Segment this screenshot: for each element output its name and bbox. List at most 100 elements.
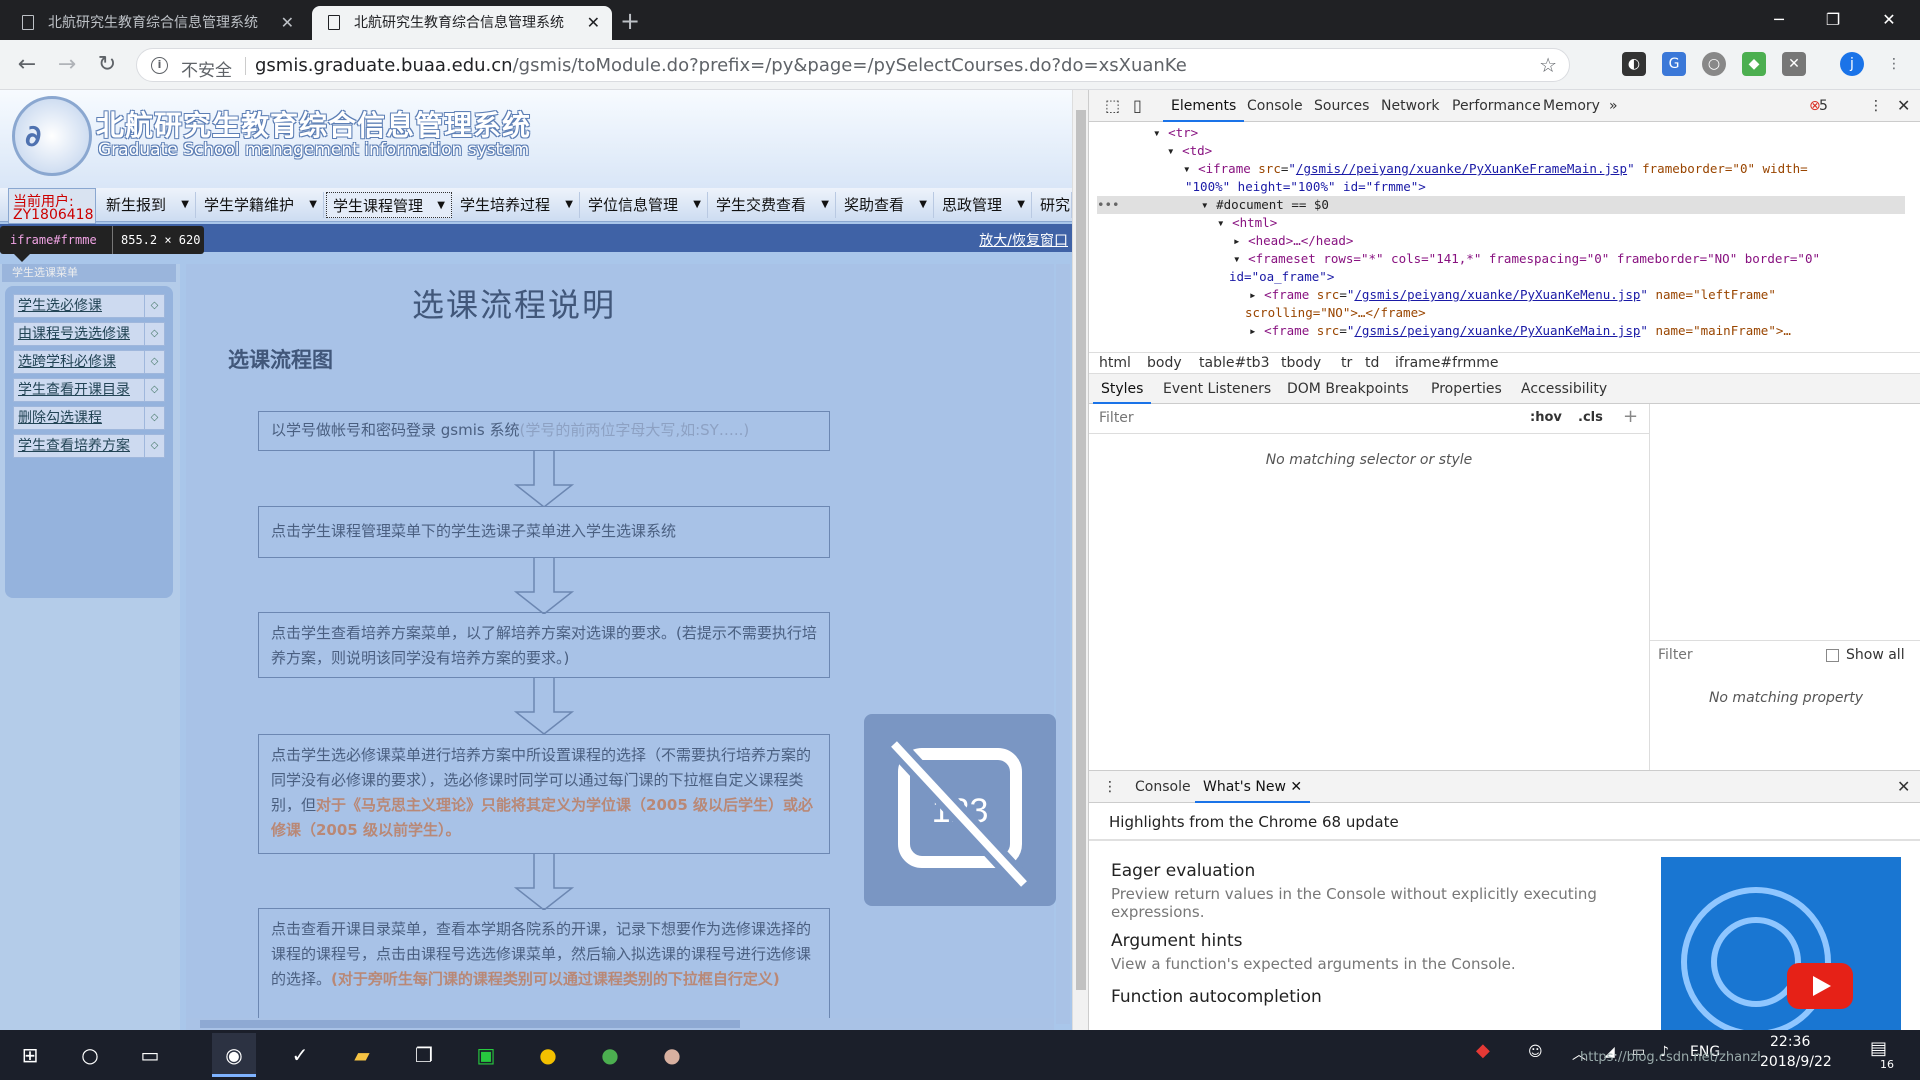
subtab-event-listeners[interactable]: Event Listeners (1155, 374, 1279, 404)
tree-node-html[interactable]: ▾ <html> (1217, 214, 1277, 232)
subtab-styles[interactable]: Styles (1093, 374, 1152, 404)
menu-research[interactable]: 研究 (1034, 192, 1072, 218)
tab-performance[interactable]: Performance (1444, 90, 1549, 122)
cls-toggle[interactable]: .cls (1578, 410, 1603, 425)
app-leaf-icon[interactable]: ● (588, 1033, 632, 1077)
menu-new-student[interactable]: 新生报到 ▼ (100, 192, 196, 218)
menu-training[interactable]: 学生培养过程 ▼ (454, 192, 580, 218)
zoom-restore-link[interactable]: 放大/恢复窗口 (979, 230, 1068, 250)
inspect-element-icon[interactable]: ⬚ (1097, 90, 1128, 122)
tree-node-tr[interactable]: ▾ <tr> (1153, 124, 1198, 142)
pycharm-icon[interactable]: ▣ (464, 1033, 508, 1077)
chrome-taskbar-icon[interactable]: ◉ (212, 1033, 256, 1077)
close-tab-icon[interactable]: ✕ (281, 6, 294, 40)
menu-enrollment[interactable]: 学生学籍维护 ▼ (198, 192, 324, 218)
devtools-menu-icon[interactable]: ⋮ (1861, 90, 1891, 122)
tree-node-head[interactable]: ▸ <head>…</head> (1233, 232, 1353, 250)
windows-start-icon[interactable]: ⊞ (8, 1033, 52, 1077)
breadcrumb-item[interactable]: iframe#frmme (1395, 355, 1498, 371)
browser-tab[interactable]: 北航研究生教育综合信息管理系统 ✕ (6, 6, 306, 40)
page-scrollbar[interactable] (1072, 90, 1088, 1030)
styles-filter-input[interactable] (1099, 410, 1519, 426)
address-bar[interactable]: i 不安全 gsmis.graduate.buaa.edu.cn/gsmis/t… (136, 48, 1570, 82)
drawer-tab-console[interactable]: Console (1127, 771, 1199, 803)
hov-toggle[interactable]: :hov (1530, 410, 1562, 425)
computed-filter-input[interactable] (1658, 647, 1798, 663)
left-menu-item[interactable]: 学生查看开课目录 ◇ (13, 378, 165, 402)
horizontal-scroll-thumb[interactable] (200, 1020, 740, 1028)
feature-title[interactable]: Argument hints (1111, 931, 1243, 951)
youtube-play-icon[interactable] (1787, 963, 1853, 1009)
left-menu-item[interactable]: 由课程号选选修课 ◇ (13, 322, 165, 346)
menu-awards[interactable]: 奖助查看 ▼ (838, 192, 934, 218)
clock-date[interactable]: 2018/9/22 (1760, 1054, 1832, 1070)
menu-course-management[interactable]: 学生课程管理 ▼ (326, 192, 452, 218)
tree-node-td[interactable]: ▾ <td> (1167, 142, 1212, 160)
numeric-keyboard-off-overlay[interactable]: 123 (864, 714, 1056, 906)
extension-close-icon[interactable]: ✕ (1782, 52, 1806, 76)
action-center-icon[interactable]: ▤ (1870, 1038, 1887, 1059)
tree-node-iframe[interactable]: ▾ <iframe src="/gsmis//peiyang/xuanke/Py… (1183, 160, 1808, 178)
task-view-icon[interactable]: ▭ (128, 1033, 172, 1077)
subtab-properties[interactable]: Properties (1423, 374, 1510, 404)
whats-new-video-thumbnail[interactable] (1661, 857, 1901, 1031)
forward-button[interactable]: → (52, 50, 82, 80)
menu-fees[interactable]: 学生交费查看 ▼ (710, 192, 836, 218)
people-icon[interactable]: ☺ (1528, 1044, 1543, 1060)
checkmark-app-icon[interactable]: ✓ (278, 1033, 322, 1077)
file-explorer-icon[interactable]: ▰ (340, 1033, 384, 1077)
frame-src-link[interactable]: /gsmis/peiyang/xuanke/PyXuanKeMenu.jsp (1354, 287, 1640, 302)
devtools-close-icon[interactable]: ✕ (1889, 90, 1918, 122)
breadcrumb-item[interactable]: html (1099, 355, 1131, 371)
frame-src-link[interactable]: /gsmis/peiyang/xuanke/PyXuanKeMain.jsp (1354, 323, 1640, 338)
windows-app-icon[interactable]: ❐ (402, 1033, 446, 1077)
frame-vertical-scrollbar[interactable] (1056, 264, 1070, 1024)
feature-title[interactable]: Function autocompletion (1111, 987, 1322, 1007)
breadcrumb-item[interactable]: tr (1341, 355, 1352, 371)
close-drawer-icon[interactable]: ✕ (1889, 771, 1918, 803)
info-icon[interactable]: i (151, 57, 168, 74)
left-menu-item[interactable]: 选跨学科必修课 ◇ (13, 350, 165, 374)
tree-node-frame-main[interactable]: ▸ <frame src="/gsmis/peiyang/xuanke/PyXu… (1249, 322, 1791, 340)
new-rule-icon[interactable]: + (1623, 406, 1638, 427)
menu-degree[interactable]: 学位信息管理 ▼ (582, 192, 708, 218)
close-tab-icon[interactable]: ✕ (587, 6, 600, 40)
tree-node-document[interactable]: ▾ #document == $0 (1201, 196, 1329, 214)
feature-title[interactable]: Eager evaluation (1111, 861, 1255, 881)
menu-politics[interactable]: 思政管理 ▼ (936, 192, 1032, 218)
tree-node-frameset[interactable]: ▾ <frameset rows="*" cols="141,*" frames… (1233, 250, 1820, 268)
url-text[interactable]: gsmis.graduate.buaa.edu.cn/gsmis/toModul… (255, 55, 1187, 76)
breadcrumb-item[interactable]: tbody (1281, 355, 1321, 371)
drawer-menu-icon[interactable]: ⋮ (1095, 771, 1125, 803)
device-toolbar-icon[interactable]: ▯ (1125, 90, 1150, 122)
minimize-button[interactable]: ─ (1756, 0, 1802, 40)
extension-translate-icon[interactable]: G (1662, 52, 1686, 76)
tab-console[interactable]: Console (1239, 90, 1311, 122)
app-yellow-icon[interactable]: ● (526, 1033, 570, 1077)
tree-node-frame-left[interactable]: ▸ <frame src="/gsmis/peiyang/xuanke/PyXu… (1249, 286, 1776, 304)
extension-color-icon[interactable]: ◆ (1742, 52, 1766, 76)
breadcrumb-item[interactable]: body (1147, 355, 1182, 371)
left-menu-item[interactable]: 删除勾选课程 ◇ (13, 406, 165, 430)
ellipsis-icon[interactable]: ••• (1097, 196, 1120, 214)
bookmark-star-icon[interactable]: ☆ (1539, 53, 1557, 77)
breadcrumb-item[interactable]: table#tb3 (1199, 355, 1269, 371)
app-avatar-icon[interactable]: ● (650, 1033, 694, 1077)
tab-memory[interactable]: Memory (1535, 90, 1608, 122)
close-drawer-tab-icon[interactable]: ✕ (1290, 779, 1302, 795)
more-tabs-button[interactable]: » (1601, 90, 1626, 122)
iframe-src-link[interactable]: /gsmis//peiyang/xuanke/PyXuanKeFrameMain… (1296, 161, 1627, 176)
tray-app-icon[interactable]: ◆ (1476, 1040, 1490, 1061)
new-tab-button[interactable]: + (620, 8, 640, 34)
close-window-button[interactable]: ✕ (1866, 0, 1912, 40)
search-icon[interactable]: ○ (68, 1033, 112, 1077)
menu-kebab-icon[interactable]: ⋮ (1882, 52, 1906, 76)
clock-time[interactable]: 22:36 (1770, 1034, 1810, 1050)
left-menu-item[interactable]: 学生查看培养方案 ◇ (13, 434, 165, 458)
tab-sources[interactable]: Sources (1306, 90, 1377, 122)
subtab-accessibility[interactable]: Accessibility (1513, 374, 1615, 404)
profile-avatar[interactable]: j (1840, 52, 1864, 76)
back-button[interactable]: ← (12, 50, 42, 80)
tab-network[interactable]: Network (1373, 90, 1447, 122)
error-count[interactable]: 5 (1817, 90, 1836, 122)
